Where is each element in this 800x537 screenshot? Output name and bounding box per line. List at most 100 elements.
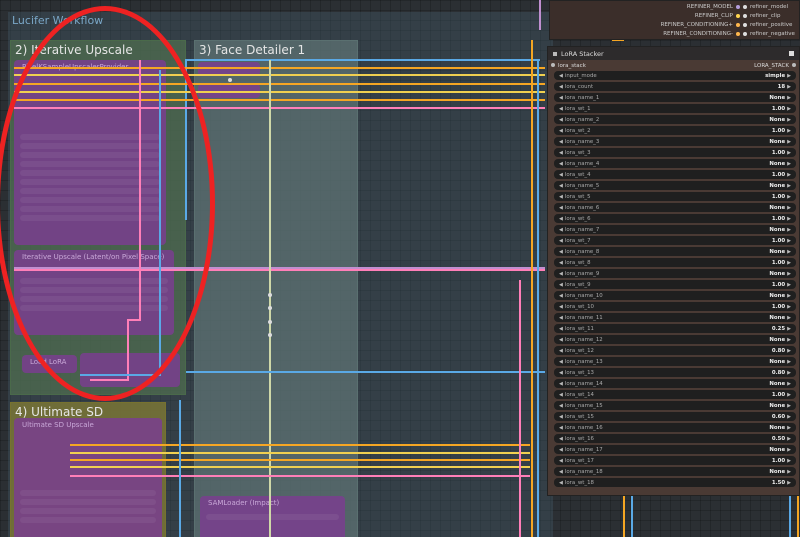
lora-widget-lora-wt-15[interactable]: ◀ lora_wt_15 0.60 ▶ <box>554 412 796 421</box>
lora-widget-lora-name-18[interactable]: ◀ lora_name_18 None ▶ <box>554 467 796 476</box>
increment-arrow-icon[interactable]: ▶ <box>787 128 791 134</box>
decrement-arrow-icon[interactable]: ◀ <box>559 183 563 189</box>
decrement-arrow-icon[interactable]: ◀ <box>559 414 563 420</box>
lora-widget-lora-name-2[interactable]: ◀ lora_name_2 None ▶ <box>554 115 796 124</box>
increment-arrow-icon[interactable]: ▶ <box>787 117 791 123</box>
lora-widget-lora-name-7[interactable]: ◀ lora_name_7 None ▶ <box>554 225 796 234</box>
collapse-icon[interactable] <box>553 51 557 56</box>
socket-icon[interactable] <box>743 31 747 36</box>
increment-arrow-icon[interactable]: ▶ <box>787 436 791 442</box>
increment-arrow-icon[interactable]: ▶ <box>787 238 791 244</box>
increment-arrow-icon[interactable]: ▶ <box>787 161 791 167</box>
increment-arrow-icon[interactable]: ▶ <box>787 392 791 398</box>
decrement-arrow-icon[interactable]: ◀ <box>559 95 563 101</box>
socket-icon[interactable] <box>736 31 740 36</box>
lora-widget-lora-wt-13[interactable]: ◀ lora_wt_13 0.80 ▶ <box>554 368 796 377</box>
decrement-arrow-icon[interactable]: ◀ <box>559 469 563 475</box>
increment-arrow-icon[interactable]: ▶ <box>787 315 791 321</box>
increment-arrow-icon[interactable]: ▶ <box>787 326 791 332</box>
lora-widget-lora-wt-5[interactable]: ◀ lora_wt_5 1.00 ▶ <box>554 192 796 201</box>
decrement-arrow-icon[interactable]: ◀ <box>559 271 563 277</box>
decrement-arrow-icon[interactable]: ◀ <box>559 260 563 266</box>
increment-arrow-icon[interactable]: ▶ <box>787 458 791 464</box>
increment-arrow-icon[interactable]: ▶ <box>787 172 791 178</box>
refiner-node[interactable]: REFINER_MODEL refiner_model REFINER_CLIP… <box>549 0 800 40</box>
increment-arrow-icon[interactable]: ▶ <box>787 216 791 222</box>
socket-icon[interactable] <box>743 22 747 27</box>
decrement-arrow-icon[interactable]: ◀ <box>559 315 563 321</box>
increment-arrow-icon[interactable]: ▶ <box>787 139 791 145</box>
lora-widget-lora-name-4[interactable]: ◀ lora_name_4 None ▶ <box>554 159 796 168</box>
decrement-arrow-icon[interactable]: ◀ <box>559 480 563 486</box>
increment-arrow-icon[interactable]: ▶ <box>787 337 791 343</box>
lora-widget-input-mode[interactable]: ◀ input_mode simple ▶ <box>554 71 796 80</box>
increment-arrow-icon[interactable]: ▶ <box>787 447 791 453</box>
decrement-arrow-icon[interactable]: ◀ <box>559 106 563 112</box>
lora-stacker-node[interactable]: LoRA Stacker lora_stack LORA_STACK ◀ inpu… <box>547 46 800 496</box>
decrement-arrow-icon[interactable]: ◀ <box>559 348 563 354</box>
decrement-arrow-icon[interactable]: ◀ <box>559 139 563 145</box>
socket-icon[interactable] <box>743 13 747 18</box>
lora-widget-lora-wt-17[interactable]: ◀ lora_wt_17 1.00 ▶ <box>554 456 796 465</box>
lora-widget-lora-name-14[interactable]: ◀ lora_name_14 None ▶ <box>554 379 796 388</box>
lora-widget-lora-name-11[interactable]: ◀ lora_name_11 None ▶ <box>554 313 796 322</box>
reroute-dot[interactable] <box>268 306 272 310</box>
decrement-arrow-icon[interactable]: ◀ <box>559 326 563 332</box>
lora-widget-lora-wt-10[interactable]: ◀ lora_wt_10 1.00 ▶ <box>554 302 796 311</box>
reroute-dot[interactable] <box>228 78 232 82</box>
socket-icon[interactable] <box>551 62 555 67</box>
increment-arrow-icon[interactable]: ▶ <box>787 194 791 200</box>
decrement-arrow-icon[interactable]: ◀ <box>559 337 563 343</box>
decrement-arrow-icon[interactable]: ◀ <box>559 436 563 442</box>
decrement-arrow-icon[interactable]: ◀ <box>559 128 563 134</box>
reroute-dot[interactable] <box>268 320 272 324</box>
reroute-dot[interactable] <box>268 333 272 337</box>
refiner-output-model[interactable]: REFINER_MODEL refiner_model <box>550 2 799 11</box>
lora-widget-lora-name-8[interactable]: ◀ lora_name_8 None ▶ <box>554 247 796 256</box>
lora-widget-lora-name-12[interactable]: ◀ lora_name_12 None ▶ <box>554 335 796 344</box>
lora-widget-lora-wt-12[interactable]: ◀ lora_wt_12 0.80 ▶ <box>554 346 796 355</box>
lora-widget-lora-wt-8[interactable]: ◀ lora_wt_8 1.00 ▶ <box>554 258 796 267</box>
lora-widget-lora-name-6[interactable]: ◀ lora_name_6 None ▶ <box>554 203 796 212</box>
lora-stack-output[interactable]: LORA_STACK <box>754 62 796 69</box>
refiner-output-clip[interactable]: REFINER_CLIP refiner_clip <box>550 11 799 20</box>
increment-arrow-icon[interactable]: ▶ <box>787 425 791 431</box>
increment-arrow-icon[interactable]: ▶ <box>787 359 791 365</box>
decrement-arrow-icon[interactable]: ◀ <box>559 161 563 167</box>
node-canvas[interactable]: Lucifer Workflow 2) Iterative Upscale 3)… <box>0 0 800 537</box>
lora-widget-lora-name-17[interactable]: ◀ lora_name_17 None ▶ <box>554 445 796 454</box>
increment-arrow-icon[interactable]: ▶ <box>787 348 791 354</box>
lora-widget-lora-wt-2[interactable]: ◀ lora_wt_2 1.00 ▶ <box>554 126 796 135</box>
socket-icon[interactable] <box>792 62 796 67</box>
decrement-arrow-icon[interactable]: ◀ <box>559 403 563 409</box>
lora-widget-lora-wt-1[interactable]: ◀ lora_wt_1 1.00 ▶ <box>554 104 796 113</box>
decrement-arrow-icon[interactable]: ◀ <box>559 425 563 431</box>
decrement-arrow-icon[interactable]: ◀ <box>559 172 563 178</box>
socket-icon[interactable] <box>736 13 740 18</box>
lora-widget-lora-name-16[interactable]: ◀ lora_name_16 None ▶ <box>554 423 796 432</box>
lora-widget-lora-wt-4[interactable]: ◀ lora_wt_4 1.00 ▶ <box>554 170 796 179</box>
lora-widget-lora-name-10[interactable]: ◀ lora_name_10 None ▶ <box>554 291 796 300</box>
lora-widget-lora-name-9[interactable]: ◀ lora_name_9 None ▶ <box>554 269 796 278</box>
decrement-arrow-icon[interactable]: ◀ <box>559 73 563 79</box>
decrement-arrow-icon[interactable]: ◀ <box>559 205 563 211</box>
increment-arrow-icon[interactable]: ▶ <box>787 227 791 233</box>
decrement-arrow-icon[interactable]: ◀ <box>559 238 563 244</box>
decrement-arrow-icon[interactable]: ◀ <box>559 249 563 255</box>
decrement-arrow-icon[interactable]: ◀ <box>559 84 563 90</box>
increment-arrow-icon[interactable]: ▶ <box>787 84 791 90</box>
lora-widget-lora-name-15[interactable]: ◀ lora_name_15 None ▶ <box>554 401 796 410</box>
increment-arrow-icon[interactable]: ▶ <box>787 150 791 156</box>
refiner-output-negative[interactable]: REFINER_CONDITIONING- refiner_negative <box>550 29 799 38</box>
lora-widget-lora-wt-3[interactable]: ◀ lora_wt_3 1.00 ▶ <box>554 148 796 157</box>
refiner-output-positive[interactable]: REFINER_CONDITIONING+ refiner_positive <box>550 20 799 29</box>
lora-widget-lora-wt-16[interactable]: ◀ lora_wt_16 0.50 ▶ <box>554 434 796 443</box>
decrement-arrow-icon[interactable]: ◀ <box>559 447 563 453</box>
increment-arrow-icon[interactable]: ▶ <box>787 260 791 266</box>
pin-icon[interactable] <box>789 51 794 56</box>
lora-widget-lora-name-3[interactable]: ◀ lora_name_3 None ▶ <box>554 137 796 146</box>
lora-stack-input[interactable]: lora_stack <box>551 62 586 69</box>
increment-arrow-icon[interactable]: ▶ <box>787 381 791 387</box>
lora-widget-lora-wt-9[interactable]: ◀ lora_wt_9 1.00 ▶ <box>554 280 796 289</box>
reroute-dot[interactable] <box>268 293 272 297</box>
